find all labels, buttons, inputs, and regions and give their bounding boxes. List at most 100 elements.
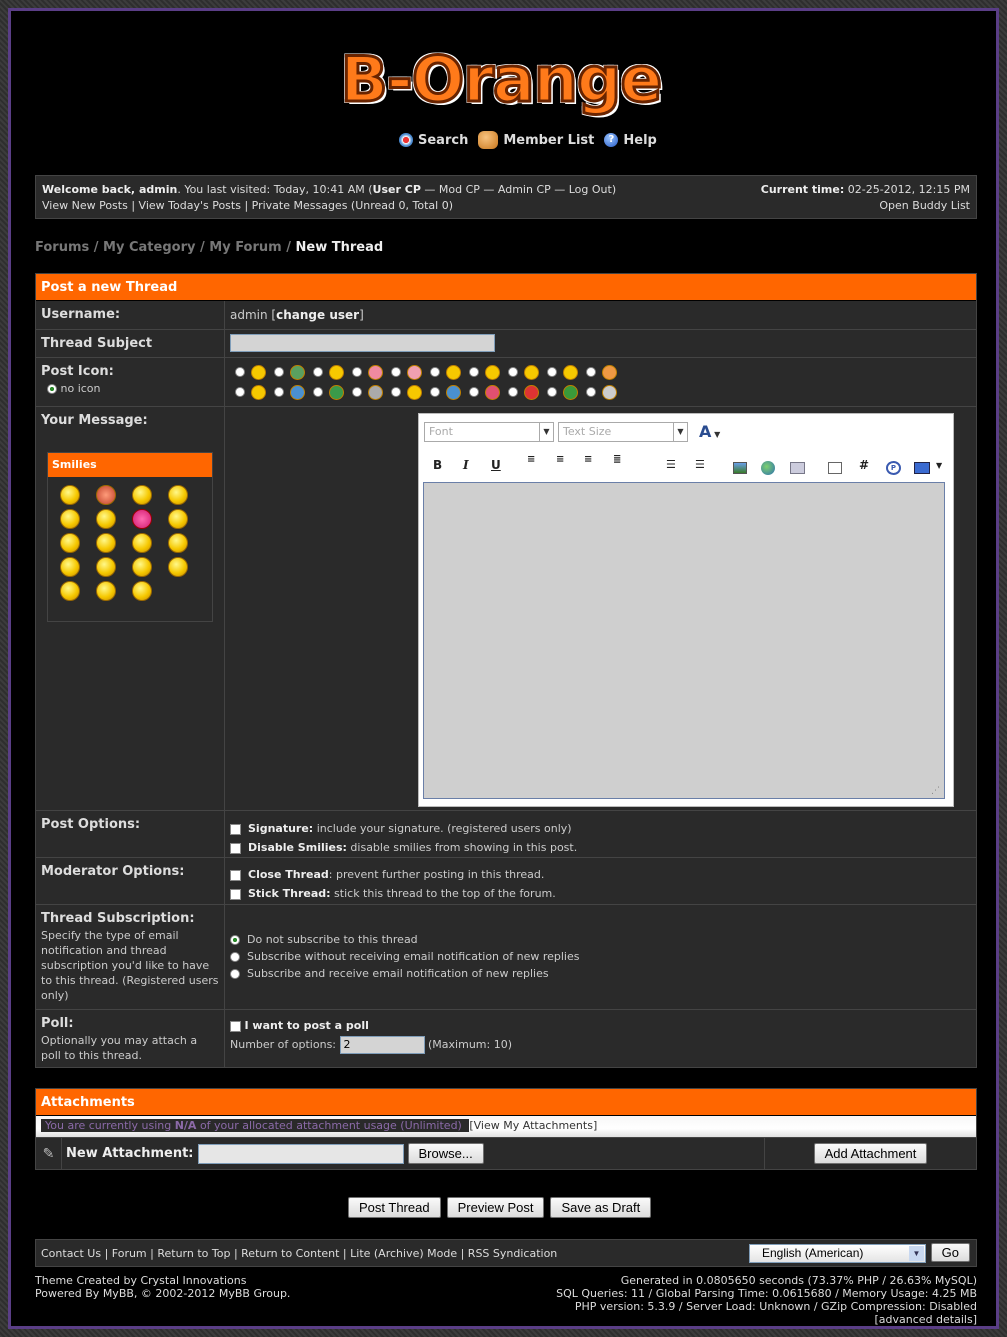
post-icon-radio[interactable] [469, 367, 479, 377]
subscription-radio-none[interactable] [230, 935, 240, 945]
italic-icon[interactable]: I [463, 458, 469, 472]
post-icon-radio[interactable] [469, 387, 479, 397]
font-select[interactable]: Font ▼ [424, 422, 554, 442]
smiley-icon[interactable] [132, 485, 152, 505]
post-icon-radio[interactable] [274, 387, 284, 397]
post-icon-radio[interactable] [508, 387, 518, 397]
panel-links[interactable]: — Mod CP — Admin CP — Log Out) [421, 183, 616, 196]
numbered-list-icon[interactable]: ☰ [666, 458, 676, 471]
heart-icon[interactable] [132, 509, 152, 529]
chevron-down-icon[interactable]: ▼ [936, 461, 942, 470]
powered-by[interactable]: Powered By MyBB, © 2002-2012 MyBB Group. [35, 1287, 290, 1300]
signature-checkbox[interactable] [230, 823, 241, 835]
close-thread-checkbox[interactable] [230, 869, 241, 881]
resize-handle-icon[interactable]: ⋰ [931, 786, 940, 796]
align-justify-icon[interactable]: ≣ [613, 455, 621, 465]
post-icon-radio[interactable] [430, 367, 440, 377]
smiley-icon[interactable] [60, 581, 80, 601]
post-icon-radio[interactable] [313, 387, 323, 397]
footer-links[interactable]: Contact Us | Forum | Return to Top | Ret… [41, 1247, 557, 1260]
underline-icon[interactable]: U [491, 458, 501, 472]
smiley-icon[interactable] [60, 509, 80, 529]
text-size-select[interactable]: Text Size ▼ [558, 422, 688, 442]
smiley-icon[interactable] [168, 557, 188, 577]
post-thread-button[interactable]: Post Thread [348, 1197, 441, 1218]
smiley-icon[interactable] [132, 581, 152, 601]
poll-options-input[interactable] [339, 1035, 425, 1054]
buddy-list-link[interactable]: Open Buddy List [761, 198, 970, 214]
smiley-icon[interactable] [132, 557, 152, 577]
browse-button[interactable]: Browse... [407, 1143, 484, 1164]
poll-option[interactable]: I want to post a poll [230, 1016, 971, 1035]
post-icon-radio[interactable] [430, 387, 440, 397]
php-icon[interactable]: P [886, 461, 901, 475]
disable-smilies-option[interactable]: Disable Smilies: disable smilies from sh… [230, 838, 971, 857]
theme-credit[interactable]: Theme Created by Crystal Innovations [35, 1274, 290, 1287]
message-textarea[interactable]: ⋰ [423, 482, 945, 799]
save-draft-button[interactable]: Save as Draft [550, 1197, 652, 1218]
smiley-icon[interactable] [96, 581, 116, 601]
bullet-list-icon[interactable]: ☰ [695, 458, 705, 471]
post-icon-radio[interactable] [235, 387, 245, 397]
post-icon-radio[interactable] [352, 387, 362, 397]
poll-checkbox[interactable] [230, 1020, 241, 1032]
view-attachments-link[interactable]: [View My Attachments] [469, 1119, 597, 1132]
quote-icon[interactable] [828, 462, 842, 474]
attachment-file-input[interactable] [197, 1143, 404, 1164]
stick-thread-option[interactable]: Stick Thread: stick this thread to the t… [230, 884, 971, 903]
video-icon[interactable] [914, 462, 930, 474]
subscription-option-instant-off[interactable]: Subscribe without receiving email notifi… [230, 948, 971, 965]
search-link[interactable]: Search [399, 131, 468, 149]
signature-option[interactable]: Signature: include your signature. (regi… [230, 819, 971, 838]
smiley-icon[interactable] [168, 533, 188, 553]
subscription-radio-no-email[interactable] [230, 952, 240, 962]
subject-input[interactable] [230, 334, 495, 352]
align-center-icon[interactable]: ≡ [556, 455, 564, 465]
post-icon-radio[interactable] [508, 367, 518, 377]
code-icon[interactable]: # [859, 458, 869, 472]
smiley-icon[interactable] [168, 485, 188, 505]
angry-icon[interactable] [96, 485, 116, 505]
post-icon-radio[interactable] [586, 367, 596, 377]
post-icon-radio[interactable] [391, 387, 401, 397]
breadcrumb-forum[interactable]: My Forum [209, 240, 281, 255]
no-icon-radio[interactable] [47, 384, 57, 394]
smiley-icon[interactable] [60, 485, 80, 505]
bold-icon[interactable]: B [433, 458, 442, 472]
post-icon-radio[interactable] [313, 367, 323, 377]
user-cp-link[interactable]: User CP [373, 183, 421, 196]
language-go-button[interactable]: Go [930, 1243, 970, 1262]
smiley-icon[interactable] [168, 509, 188, 529]
post-icon-radio[interactable] [547, 387, 557, 397]
preview-post-button[interactable]: Preview Post [446, 1197, 545, 1218]
change-user-link[interactable]: change user [276, 308, 359, 322]
image-icon[interactable] [733, 462, 747, 474]
breadcrumb-category[interactable]: My Category [103, 240, 195, 255]
smiley-icon[interactable] [60, 533, 80, 553]
post-icon-radio[interactable] [235, 367, 245, 377]
breadcrumb-forums[interactable]: Forums [35, 240, 89, 255]
smiley-icon[interactable] [96, 509, 116, 529]
help-link[interactable]: ? Help [604, 131, 657, 149]
smiley-icon[interactable] [96, 557, 116, 577]
subscription-option-none[interactable]: Do not subscribe to this thread [230, 931, 971, 948]
post-icon-radio[interactable] [274, 367, 284, 377]
align-left-icon[interactable]: ≡ [527, 455, 535, 465]
disable-smilies-checkbox[interactable] [230, 842, 241, 854]
smiley-icon[interactable] [132, 533, 152, 553]
post-icon-radio[interactable] [352, 367, 362, 377]
no-icon-option[interactable]: no icon [41, 381, 219, 396]
subscription-option-email[interactable]: Subscribe and receive email notification… [230, 965, 971, 982]
advanced-details-link[interactable]: [advanced details] [556, 1313, 977, 1326]
welcome-user[interactable]: admin [139, 183, 177, 196]
stick-thread-checkbox[interactable] [230, 888, 241, 900]
site-logo[interactable]: B-Orange [311, 39, 691, 119]
link-icon[interactable] [761, 461, 775, 475]
post-icon-radio[interactable] [547, 367, 557, 377]
language-select[interactable]: English (American) ▼ [749, 1244, 926, 1263]
post-icon-radio[interactable] [391, 367, 401, 377]
email-icon[interactable] [790, 462, 805, 474]
post-icon-radio[interactable] [586, 387, 596, 397]
member-list-link[interactable]: Member List [478, 131, 594, 149]
smiley-icon[interactable] [96, 533, 116, 553]
